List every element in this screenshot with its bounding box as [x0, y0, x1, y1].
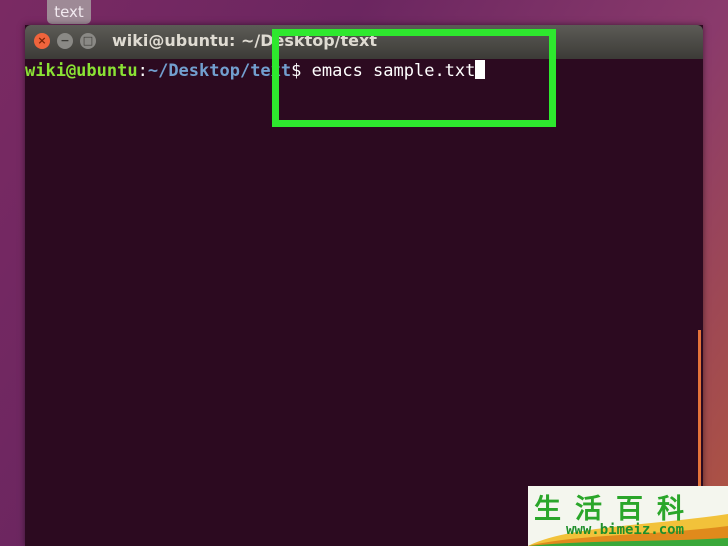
watermark-url: www.bimeiz.com	[566, 522, 685, 538]
desktop-folder-label[interactable]: text	[47, 0, 91, 24]
close-button[interactable]: ×	[34, 33, 50, 49]
prompt-separator: :	[137, 61, 148, 81]
watermark-logo: 生活百科 www.bimeiz.com	[528, 486, 728, 546]
terminal-area[interactable]: wiki@ubuntu:~/Desktop/text$ emacs sample…	[25, 59, 703, 546]
prompt-user: wiki@ubuntu	[25, 61, 138, 81]
prompt-path: ~/Desktop/text	[147, 61, 292, 81]
maximize-button[interactable]: □	[80, 33, 96, 49]
command-highlight-box	[272, 29, 556, 127]
watermark-characters: 生活百科	[534, 494, 698, 525]
minimize-button[interactable]: −	[57, 33, 73, 49]
